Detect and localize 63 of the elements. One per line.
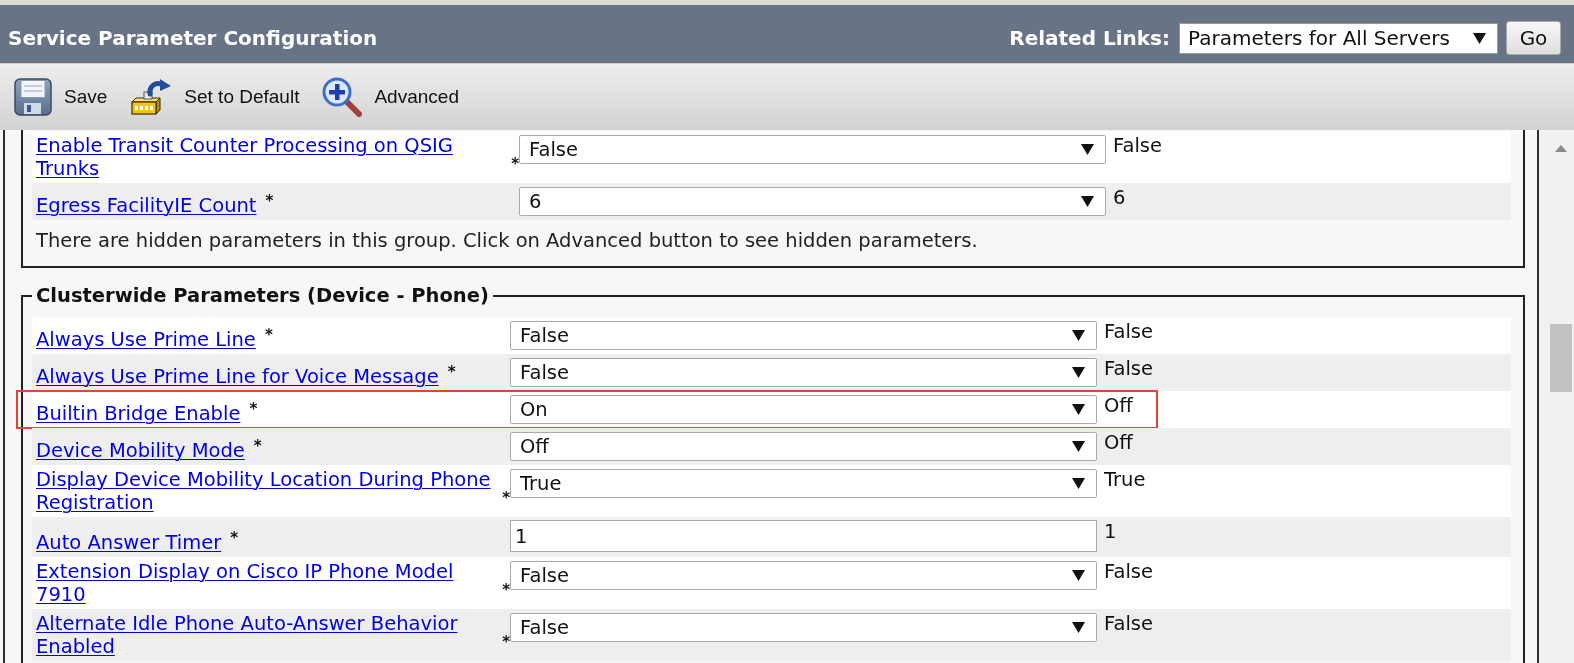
value-select[interactable]: True (510, 469, 1097, 498)
parameter-link[interactable]: Device Mobility Mode (36, 439, 245, 462)
caret-icon (1081, 196, 1094, 207)
value-select[interactable]: False (519, 135, 1106, 164)
value-select[interactable]: Off (510, 432, 1097, 461)
value-select[interactable]: 6 (519, 187, 1106, 216)
value-select[interactable]: False (510, 613, 1097, 642)
advanced-button[interactable]: Advanced (322, 77, 459, 117)
caret-icon (1072, 367, 1085, 378)
parameter-link[interactable]: Auto Answer Timer (36, 531, 222, 554)
value-select[interactable]: False (510, 321, 1097, 350)
required-asterisk: * (502, 491, 510, 506)
required-asterisk: * (253, 439, 262, 454)
required-asterisk: * (502, 583, 510, 598)
default-value: 1 (1104, 520, 1117, 543)
save-button[interactable]: Save (14, 78, 108, 116)
set-to-default-button[interactable]: Set to Default (130, 77, 300, 117)
related-links-label: Related Links: (1009, 26, 1170, 50)
required-asterisk: * (265, 194, 274, 209)
related-links-select[interactable]: Parameters for All Servers (1179, 22, 1498, 54)
default-value: False (1104, 560, 1153, 583)
required-asterisk: * (447, 365, 456, 380)
default-value: False (1104, 357, 1153, 380)
default-value: Off (1104, 431, 1133, 454)
caret-icon (1072, 622, 1085, 633)
caret-icon (1072, 330, 1085, 341)
value-select[interactable]: On (510, 395, 1097, 424)
default-value: False (1113, 134, 1162, 157)
parameter-link[interactable]: Egress FacilityIE Count (36, 194, 257, 217)
caret-icon (1072, 404, 1085, 415)
parameter-link[interactable]: Enable Transit Counter Processing on QSIG Trunks (36, 134, 503, 180)
caret-icon (1072, 478, 1085, 489)
default-value: False (1104, 612, 1153, 635)
value-input-field[interactable]: 1 (510, 520, 1097, 552)
parameter-link[interactable]: Always Use Prime Line for Voice Message (36, 365, 439, 388)
parameter-link[interactable]: Alternate Idle Phone Auto-Answer Behavior Enabled (36, 612, 494, 658)
parameter-link[interactable]: Builtin Bridge Enable (36, 402, 241, 425)
default-value: True (1104, 468, 1146, 491)
parameter-link[interactable]: Extension Display on Cisco IP Phone Model 7910 (36, 560, 494, 606)
required-asterisk: * (249, 402, 258, 417)
default-value: 6 (1113, 186, 1126, 209)
up-arrow-icon[interactable] (1554, 145, 1567, 152)
caret-icon (1473, 32, 1486, 44)
required-asterisk: * (264, 328, 273, 343)
hidden-parameters-note: There are hidden parameters in this group. Click on Advanced button to see hidden parameters. (35, 229, 979, 252)
go-button[interactable]: Go (1506, 21, 1561, 55)
scrollbar-thumb[interactable] (1549, 324, 1572, 392)
page-title: Service Parameter Configuration (8, 25, 378, 51)
value-select[interactable]: False (510, 561, 1097, 590)
parameter-link[interactable]: Display Device Mobility Location During Phone Registration (36, 468, 494, 514)
required-asterisk: * (230, 531, 239, 546)
parameter-link[interactable]: Always Use Prime Line (36, 328, 256, 351)
zoom-in-icon (322, 77, 363, 117)
value-select[interactable]: False (510, 358, 1097, 387)
caret-icon (1072, 441, 1085, 452)
group-legend: Clusterwide Parameters (Device - Phone) (32, 284, 493, 307)
curved-arrow-icon (130, 77, 173, 117)
default-value: False (1104, 320, 1153, 343)
caret-icon (1081, 144, 1094, 155)
caret-icon (1072, 570, 1085, 581)
default-value: Off (1104, 394, 1133, 417)
required-asterisk: * (511, 157, 519, 172)
required-asterisk: * (502, 635, 510, 650)
